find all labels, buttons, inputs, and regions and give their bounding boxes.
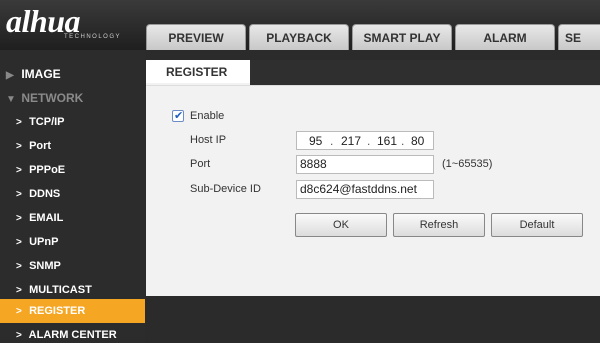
tab-preview[interactable]: PREVIEW [146, 24, 246, 50]
logo-subtext: TECHNOLOGY [64, 34, 122, 40]
chevron-right-icon: > [16, 306, 22, 317]
subdevice-id-label: Sub-Device ID [190, 183, 261, 195]
host-ip-field[interactable]: 95 . 217 . 161 . 80 [296, 131, 434, 150]
sidebar-item-image[interactable]: ▶ IMAGE [0, 62, 145, 86]
logo-text: alhua [6, 3, 80, 39]
sidebar-item-label: SNMP [29, 260, 61, 272]
sidebar-item-ddns[interactable]: > DDNS [0, 182, 145, 206]
sidebar-item-port[interactable]: > Port [0, 134, 145, 158]
subdevice-id-input[interactable]: d8c624@fastddns.net [296, 180, 434, 199]
tab-setup[interactable]: SE [558, 24, 600, 50]
sidebar-item-label: DDNS [29, 188, 61, 200]
default-button[interactable]: Default [491, 213, 583, 237]
sidebar-item-network[interactable]: ▼ NETWORK [0, 86, 145, 110]
sidebar-item-register[interactable]: > REGISTER [0, 299, 145, 323]
chevron-right-icon: > [16, 330, 22, 341]
ip-separator: . [401, 134, 405, 148]
sidebar-item-upnp[interactable]: > UPnP [0, 230, 145, 254]
sidebar-item-email[interactable]: > EMAIL [0, 206, 145, 230]
ip-separator: . [330, 134, 334, 148]
chevron-right-icon: > [16, 117, 22, 128]
sidebar-item-label: UPnP [29, 236, 59, 248]
enable-checkbox[interactable] [172, 109, 184, 122]
ip-octet-2[interactable]: 217 [341, 134, 361, 148]
tab-register[interactable]: REGISTER [146, 60, 250, 85]
sidebar: ▶ IMAGE ▼ NETWORK > TCP/IP > Port > PPPo… [0, 50, 145, 343]
register-panel: REGISTER Enable Host IP 95 . 217 . 161 .… [146, 60, 600, 296]
chevron-right-icon: > [16, 189, 22, 200]
sidebar-item-label: EMAIL [29, 212, 64, 224]
tab-playback[interactable]: PLAYBACK [249, 24, 349, 50]
chevron-right-icon: > [16, 237, 22, 248]
port-range-hint: (1~65535) [442, 158, 493, 170]
sidebar-item-label: NETWORK [21, 91, 84, 105]
tab-smart-play[interactable]: SMART PLAY [352, 24, 452, 50]
ip-octet-1[interactable]: 95 [309, 134, 322, 148]
triangle-right-icon: ▶ [6, 70, 14, 81]
tab-alarm[interactable]: ALARM [455, 24, 555, 50]
triangle-down-icon: ▼ [6, 94, 16, 105]
sidebar-item-label: Port [29, 140, 52, 152]
ip-separator: . [367, 134, 371, 148]
enable-label: Enable [190, 110, 225, 122]
top-header: alhua TECHNOLOGY PREVIEW PLAYBACK SMART … [0, 0, 600, 50]
chevron-right-icon: > [16, 165, 22, 176]
port-label: Port [190, 158, 211, 170]
sidebar-item-label: PPPoE [29, 164, 66, 176]
sidebar-item-label: REGISTER [29, 305, 86, 317]
sidebar-item-snmp[interactable]: > SNMP [0, 254, 145, 278]
divider [146, 85, 600, 86]
chevron-right-icon: > [16, 261, 22, 272]
ip-octet-4[interactable]: 80 [411, 134, 424, 148]
sidebar-item-label: MULTICAST [29, 284, 92, 296]
host-ip-label: Host IP [190, 134, 227, 146]
sidebar-item-pppoe[interactable]: > PPPoE [0, 158, 145, 182]
bottom-bar [146, 296, 600, 343]
content-header-bar [250, 60, 600, 85]
refresh-button[interactable]: Refresh [393, 213, 485, 237]
ok-button[interactable]: OK [295, 213, 387, 237]
port-input[interactable]: 8888 [296, 155, 434, 174]
ip-octet-3[interactable]: 161 [377, 134, 397, 148]
sidebar-item-tcpip[interactable]: > TCP/IP [0, 110, 145, 134]
chevron-right-icon: > [16, 213, 22, 224]
chevron-right-icon: > [16, 141, 22, 152]
sidebar-item-label: ALARM CENTER [28, 329, 117, 341]
dahua-logo: alhua TECHNOLOGY [6, 3, 122, 40]
sidebar-item-alarm-center[interactable]: > ALARM CENTER [0, 323, 145, 343]
sidebar-item-label: TCP/IP [29, 116, 65, 128]
sidebar-item-label: IMAGE [21, 67, 61, 81]
